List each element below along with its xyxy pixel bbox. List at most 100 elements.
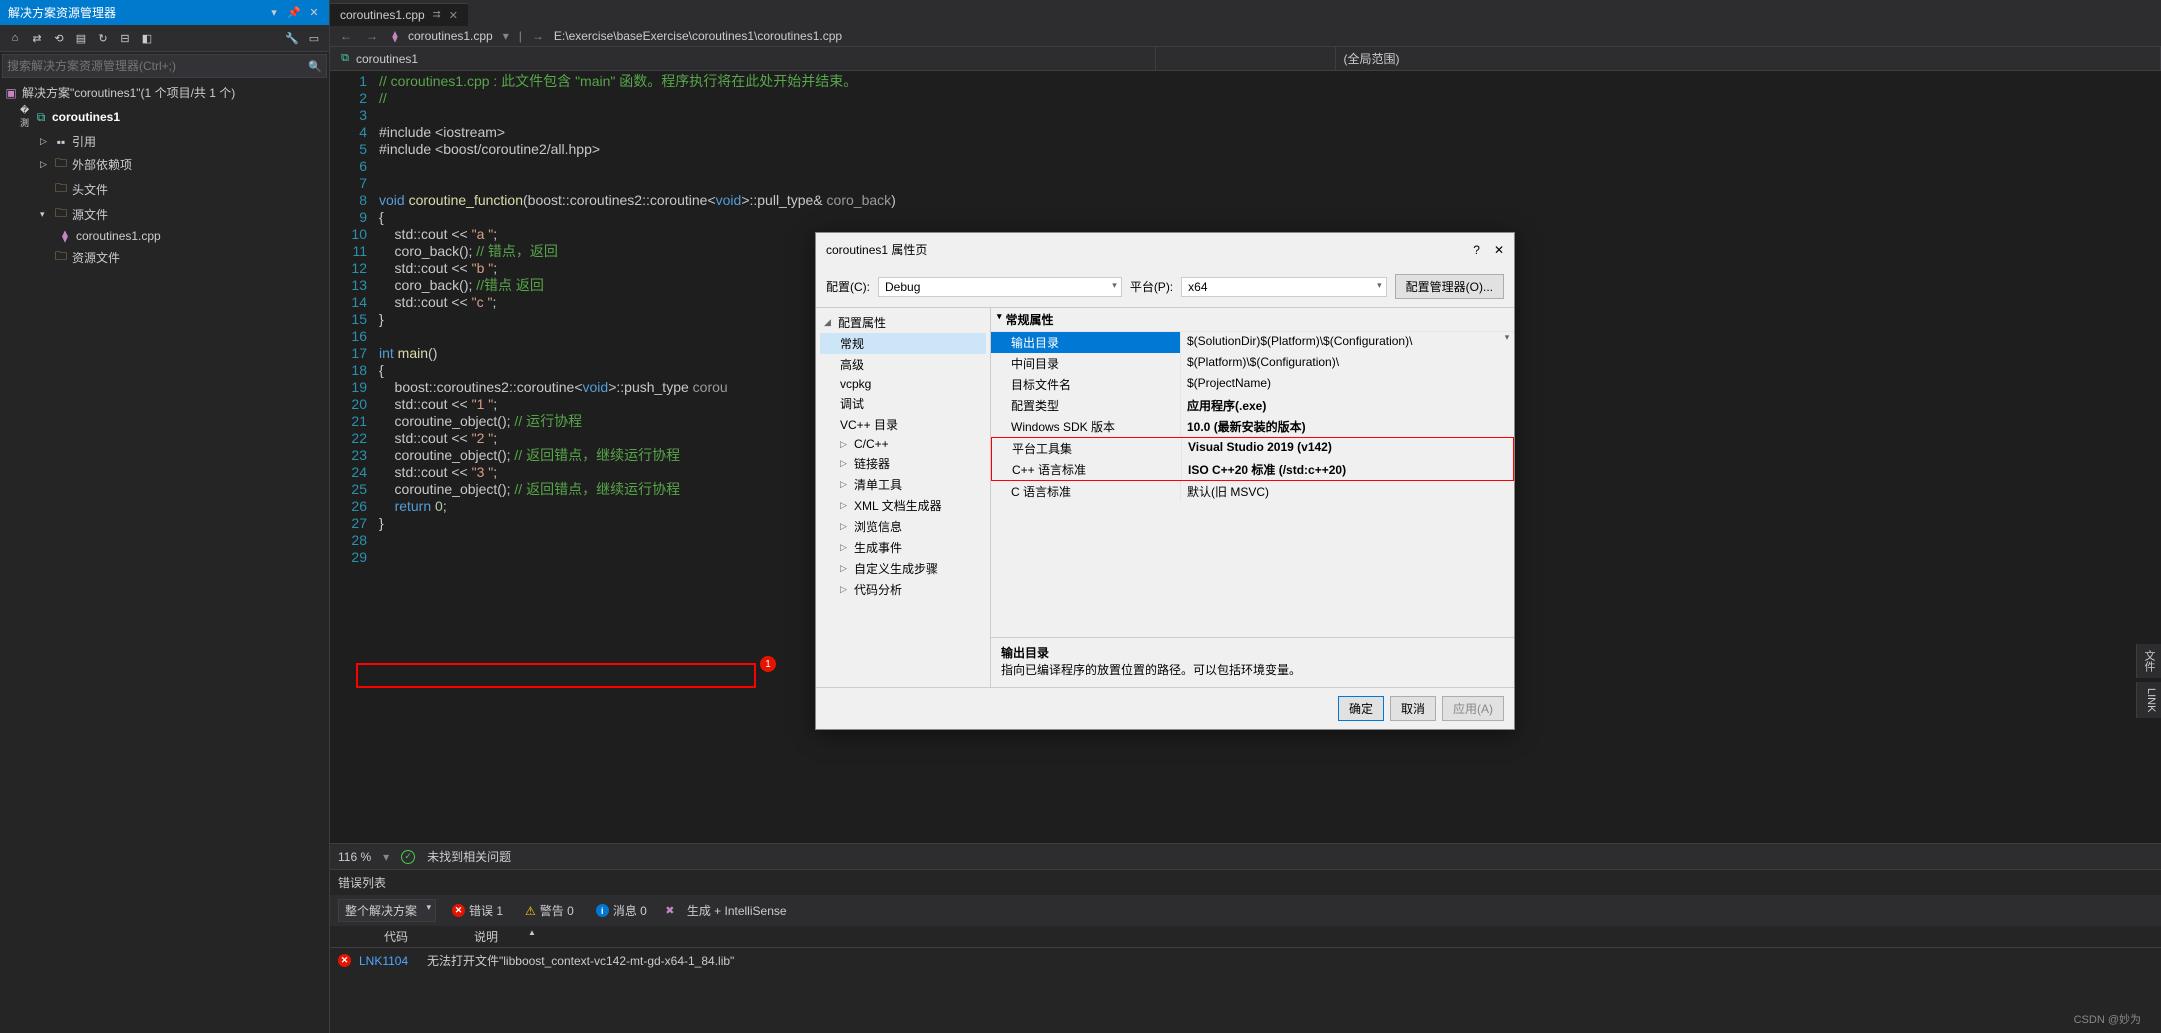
wrench-icon[interactable]: 🔧 — [283, 29, 301, 47]
prop-output-dir[interactable]: 输出目录$(SolutionDir)$(Platform)\$(Configur… — [991, 332, 1514, 353]
error-code[interactable]: LNK1104 — [359, 954, 419, 968]
nav-up-icon[interactable]: → — [528, 29, 548, 43]
pin-icon[interactable]: 📌 — [287, 6, 301, 20]
error-icon: ✕ — [338, 954, 351, 967]
error-message: 无法打开文件"libboost_context-vc142-mt-gd-x64-… — [427, 952, 734, 969]
refresh-icon[interactable]: ↻ — [94, 29, 112, 47]
tree-debug[interactable]: 调试 — [820, 393, 986, 414]
source-file-node[interactable]: ⧫coroutines1.cpp — [0, 227, 329, 245]
cancel-button[interactable]: 取消 — [1390, 696, 1436, 721]
switch-icon[interactable]: ⇄ — [28, 29, 46, 47]
tree-advanced[interactable]: 高级 — [820, 354, 986, 375]
prop-cpp-standard[interactable]: C++ 语言标准ISO C++20 标准 (/std:c++20) — [992, 459, 1513, 480]
tree-xmldoc[interactable]: ▷XML 文档生成器 — [820, 495, 986, 516]
prop-sdk-version[interactable]: Windows SDK 版本10.0 (最新安装的版本) — [991, 416, 1514, 437]
view-icon[interactable]: ▭ — [305, 29, 323, 47]
tree-linker[interactable]: ▷链接器 — [820, 453, 986, 474]
solution-search[interactable]: 🔍 — [2, 54, 327, 78]
close-icon[interactable]: ✕ — [1494, 243, 1504, 257]
solution-node[interactable]: ▣解决方案"coroutines1"(1 个项目/共 1 个) — [0, 82, 329, 103]
close-icon[interactable]: ✕ — [307, 6, 321, 20]
solution-explorer-title-bar: 解决方案资源管理器 ▾ 📌 ✕ — [0, 0, 329, 25]
show-icon[interactable]: ◧ — [138, 29, 156, 47]
references-node[interactable]: ▷▪▪引用 — [0, 131, 329, 152]
errors-filter-button[interactable]: ✕错误 1 — [446, 900, 509, 921]
resources-node[interactable]: 🗀资源文件 — [0, 245, 329, 270]
property-grid: ▾常规属性 输出目录$(SolutionDir)$(Platform)\$(Co… — [991, 308, 1514, 687]
search-input[interactable] — [7, 59, 308, 73]
filter-icon[interactable]: ▤ — [72, 29, 90, 47]
collapse-icon[interactable]: ⊟ — [116, 29, 134, 47]
annotation-badge-1: 1 — [760, 656, 776, 672]
sync-icon[interactable]: ⟲ — [50, 29, 68, 47]
right-tab-file[interactable]: 文件 — [2136, 644, 2161, 678]
tree-manifest[interactable]: ▷清单工具 — [820, 474, 986, 495]
tree-vc-dirs[interactable]: VC++ 目录 — [820, 414, 986, 435]
prop-target-name[interactable]: 目标文件名$(ProjectName) — [991, 374, 1514, 395]
prop-c-standard[interactable]: C 语言标准默认(旧 MSVC) — [991, 481, 1514, 502]
panel-title: 解决方案资源管理器 — [8, 4, 116, 21]
pin-icon[interactable]: ⮆ — [433, 10, 441, 21]
error-list-title: 错误列表 — [330, 870, 2161, 895]
dialog-footer: 确定 取消 应用(A) — [816, 687, 1514, 729]
tree-build-events[interactable]: ▷生成事件 — [820, 537, 986, 558]
home-icon[interactable]: ⌂ — [6, 29, 24, 47]
solution-explorer: 解决方案资源管理器 ▾ 📌 ✕ ⌂ ⇄ ⟲ ▤ ↻ ⊟ ◧ 🔧 ▭ 🔍 ▣解决方… — [0, 0, 330, 1033]
tree-browse[interactable]: ▷浏览信息 — [820, 516, 986, 537]
nav-bar: ← → ⧫ coroutines1.cpp ▾ | → E:\exercise\… — [330, 26, 2161, 47]
error-list-panel: 错误列表 整个解决方案 ✕错误 1 ⚠警告 0 i消息 0 ✖ 生成 + Int… — [330, 869, 2161, 1033]
context-bar: ⧉coroutines1 (全局范围) — [330, 47, 2161, 71]
tree-cpp[interactable]: ▷C/C++ — [820, 435, 986, 453]
nav-fwd-icon[interactable]: → — [362, 29, 382, 43]
error-row[interactable]: ✕ LNK1104 无法打开文件"libboost_context-vc142-… — [330, 948, 2161, 973]
tree-config-properties[interactable]: ◢配置属性 — [820, 312, 986, 333]
prop-config-type[interactable]: 配置类型应用程序(.exe) — [991, 395, 1514, 416]
ok-button[interactable]: 确定 — [1338, 696, 1384, 721]
col-code[interactable]: 代码 — [384, 928, 444, 945]
sources-node[interactable]: ▾🗀源文件 — [0, 202, 329, 227]
help-icon[interactable]: ? — [1473, 243, 1480, 257]
category-general[interactable]: ▾常规属性 — [991, 308, 1514, 332]
build-source[interactable]: 生成 + IntelliSense — [687, 902, 787, 919]
nav-file[interactable]: coroutines1.cpp — [408, 29, 493, 43]
solution-tree: ▣解决方案"coroutines1"(1 个项目/共 1 个) �測⧉corou… — [0, 80, 329, 1033]
tab-coroutines1[interactable]: coroutines1.cpp ⮆ ✕ — [330, 3, 468, 26]
search-icon[interactable]: 🔍 — [308, 59, 322, 73]
clear-icon[interactable]: ✖ — [663, 904, 677, 918]
config-label: 配置(C): — [826, 278, 870, 295]
right-tab-link[interactable]: LINK — [2136, 682, 2161, 718]
apply-button[interactable]: 应用(A) — [1442, 696, 1504, 721]
tree-custom-build[interactable]: ▷自定义生成步骤 — [820, 558, 986, 579]
nav-back-icon[interactable]: ← — [336, 29, 356, 43]
nav-history-icon[interactable]: ▾ — [499, 29, 513, 43]
prop-intermediate-dir[interactable]: 中间目录$(Platform)\$(Configuration)\ — [991, 353, 1514, 374]
headers-node[interactable]: 🗀头文件 — [0, 177, 329, 202]
tree-general[interactable]: 常规 — [820, 333, 986, 354]
platform-combo[interactable]: x64 — [1181, 277, 1387, 297]
config-manager-button[interactable]: 配置管理器(O)... — [1395, 274, 1504, 299]
solution-toolbar: ⌂ ⇄ ⟲ ▤ ↻ ⊟ ◧ 🔧 ▭ — [0, 25, 329, 52]
no-issues-text: 未找到相关问题 — [427, 848, 511, 865]
platform-label: 平台(P): — [1130, 278, 1173, 295]
warnings-filter-button[interactable]: ⚠警告 0 — [519, 900, 580, 921]
info-icon: i — [596, 904, 609, 917]
col-desc[interactable]: 说明 — [474, 928, 498, 945]
error-scope-combo[interactable]: 整个解决方案 — [338, 899, 436, 922]
messages-filter-button[interactable]: i消息 0 — [590, 900, 653, 921]
context-spacer[interactable] — [1156, 47, 1336, 70]
tree-vcpkg[interactable]: vcpkg — [820, 375, 986, 393]
prop-platform-toolset[interactable]: 平台工具集Visual Studio 2019 (v142) — [992, 438, 1513, 459]
nav-path[interactable]: E:\exercise\baseExercise\coroutines1\cor… — [554, 29, 842, 43]
close-icon[interactable]: ✕ — [449, 9, 458, 22]
context-project[interactable]: ⧉coroutines1 — [330, 47, 1156, 70]
context-scope[interactable]: (全局范围) — [1336, 47, 2161, 70]
project-node[interactable]: �測⧉coroutines1 — [0, 103, 329, 131]
dropdown-icon[interactable]: ▾ — [267, 6, 281, 20]
annotation-box-2: 平台工具集Visual Studio 2019 (v142) C++ 语言标准I… — [991, 437, 1514, 481]
external-deps-node[interactable]: ▷🗀外部依赖项 — [0, 152, 329, 177]
editor-status: 116 % ▾ ✓ 未找到相关问题 — [330, 843, 2161, 869]
error-icon: ✕ — [452, 904, 465, 917]
zoom-level[interactable]: 116 % — [338, 850, 371, 864]
config-combo[interactable]: Debug — [878, 277, 1122, 297]
tree-code-analysis[interactable]: ▷代码分析 — [820, 579, 986, 600]
